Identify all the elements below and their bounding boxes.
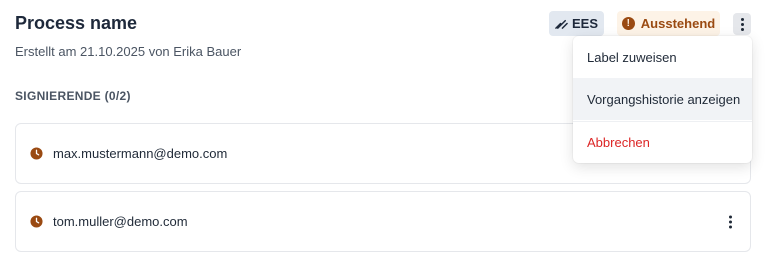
signer-email: tom.muller@demo.com <box>53 214 188 229</box>
clock-icon <box>30 147 43 160</box>
menu-item-cancel[interactable]: Abbrechen <box>573 121 752 163</box>
page-title: Process name <box>15 13 138 33</box>
signer-card: tom.muller@demo.com <box>15 191 751 252</box>
clock-icon <box>30 215 43 228</box>
menu-item-assign-label[interactable]: Label zuweisen <box>573 36 752 78</box>
more-vertical-icon <box>740 17 744 21</box>
created-info: Erstellt am 21.10.2025 von Erika Bauer <box>15 44 242 59</box>
signer-more-button[interactable] <box>729 215 732 228</box>
menu-item-show-history[interactable]: Vorgangshistorie anzeigen <box>573 78 752 120</box>
signers-section-label: SIGNIERENDE (0/2) <box>15 89 131 103</box>
status-badge: ! Ausstehend <box>617 11 720 36</box>
options-menu: Label zuweisen Vorgangshistorie anzeigen… <box>573 36 752 163</box>
more-vertical-icon <box>729 215 732 218</box>
signer-email: max.mustermann@demo.com <box>53 146 228 161</box>
status-label: Ausstehend <box>640 16 716 31</box>
more-options-button[interactable] <box>733 13 751 35</box>
ees-label: EES <box>571 16 598 31</box>
signature-icon <box>555 19 568 29</box>
ees-badge[interactable]: EES <box>549 11 604 36</box>
alert-icon: ! <box>621 17 635 30</box>
